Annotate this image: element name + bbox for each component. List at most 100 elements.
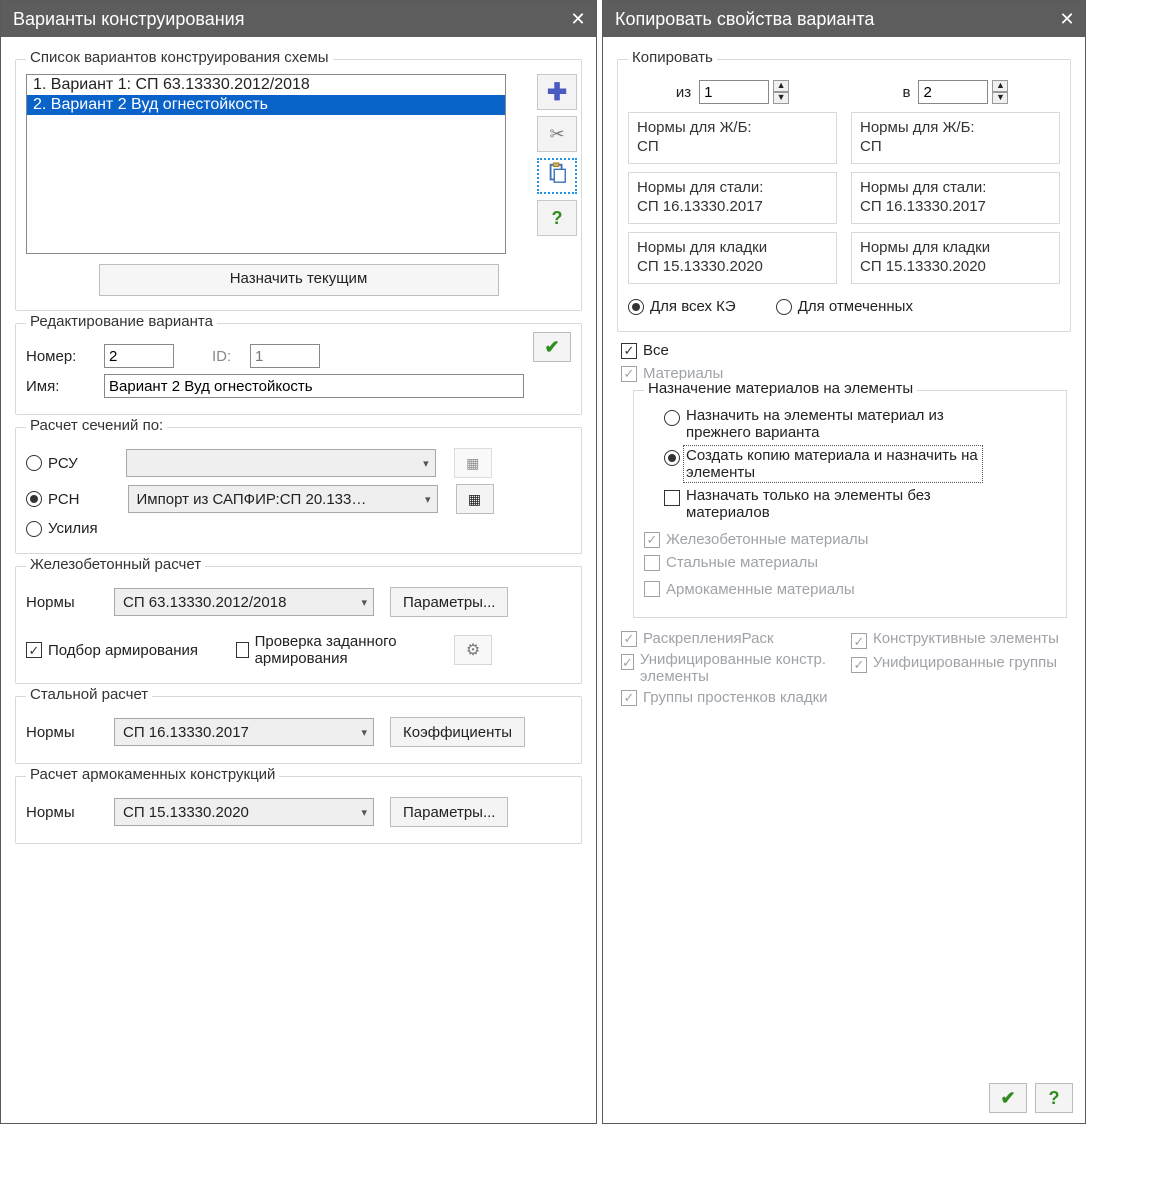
all-check[interactable]: Все	[621, 342, 669, 359]
to-spinner[interactable]: ▲▼	[918, 80, 1008, 104]
edit-variant-group: Редактирование варианта ✔ Номер: ID: Имя…	[15, 323, 582, 415]
variant-list-group-title: Список вариантов конструирования схемы	[26, 49, 333, 66]
steel-norms-combo[interactable]: СП 16.13330.2017▾	[114, 718, 374, 746]
scissors-icon: ✂	[549, 124, 564, 145]
spin-up-icon[interactable]: ▲	[773, 80, 789, 92]
help-button[interactable]: ?	[1035, 1083, 1073, 1113]
rsu-table-button: ▦	[454, 448, 492, 478]
radio-create-copy[interactable]: Создать копию материала и назначить на э…	[664, 447, 980, 481]
steel-materials-check: Стальные материалы	[644, 554, 818, 571]
materials-assign-title: Назначение материалов на элементы	[644, 380, 917, 397]
rc-params-button[interactable]: Параметры...	[390, 587, 508, 617]
paste-icon	[546, 162, 568, 190]
steel-group: Стальной расчет Нормы СП 16.13330.2017▾ …	[15, 696, 582, 764]
calc-sections-title: Расчет сечений по:	[26, 417, 167, 434]
calc-sections-group: Расчет сечений по: РСУ ▾ ▦ РСН Импорт из…	[15, 427, 582, 554]
masonry-norms-label: Нормы	[26, 804, 106, 821]
copy-group-title: Копировать	[628, 49, 717, 66]
materials-assign-group: Назначение материалов на элементы Назнач…	[633, 390, 1067, 618]
spin-down-icon[interactable]: ▼	[992, 92, 1008, 104]
check-icon: ✔	[1000, 1088, 1015, 1109]
radio-rsn[interactable]: РСН	[26, 491, 80, 508]
from-steel-norms: Нормы для стали: СП 16.13330.2017	[628, 172, 837, 224]
check-reinforcement-check[interactable]: Проверка заданного армирования	[236, 633, 436, 667]
constr-elements-check: Конструктивные элементы	[851, 630, 1059, 649]
radio-rsu[interactable]: РСУ	[26, 455, 78, 472]
masonry-materials-check: Армокаменные материалы	[644, 581, 855, 598]
copy-group: Копировать из ▲▼ Нормы для Ж/Б: СП	[617, 59, 1071, 332]
from-input[interactable]	[699, 80, 769, 104]
id-input	[250, 344, 320, 368]
variants-title: Варианты конструирования	[13, 9, 568, 30]
rc-materials-check: Железобетонные материалы	[644, 531, 868, 548]
number-label: Номер:	[26, 348, 96, 365]
apply-edit-button[interactable]: ✔	[533, 332, 571, 362]
close-icon[interactable]: ✕	[568, 9, 588, 29]
spin-up-icon[interactable]: ▲	[992, 80, 1008, 92]
steel-title: Стальной расчет	[26, 686, 152, 703]
name-input[interactable]	[104, 374, 524, 398]
list-item[interactable]: 1. Вариант 1: СП 63.13330.2012/2018	[27, 75, 505, 95]
paste-button[interactable]	[537, 158, 577, 194]
add-button[interactable]: ✚	[537, 74, 577, 110]
variant-list-group: Список вариантов конструирования схемы 1…	[15, 59, 582, 311]
to-label: в	[903, 84, 911, 101]
assign-current-button[interactable]: Назначить текущим	[99, 264, 499, 296]
variants-titlebar: Варианты конструирования ✕	[1, 1, 596, 37]
to-input[interactable]	[918, 80, 988, 104]
steel-coef-button[interactable]: Коэффициенты	[390, 717, 525, 747]
close-icon[interactable]: ✕	[1057, 9, 1077, 29]
radio-forces[interactable]: Усилия	[26, 520, 98, 537]
to-rc-norms: Нормы для Ж/Б: СП	[851, 112, 1060, 164]
id-label: ID:	[212, 348, 242, 365]
plus-icon: ✚	[547, 78, 567, 107]
help-button[interactable]: ?	[537, 200, 577, 236]
edit-variant-title: Редактирование варианта	[26, 313, 217, 330]
masonry-title: Расчет армокаменных конструкций	[26, 766, 279, 783]
rsn-table-button[interactable]: ▦	[456, 484, 494, 514]
variants-dialog: Варианты конструирования ✕ Список вариан…	[0, 0, 597, 1124]
radio-assign-prev[interactable]: Назначить на элементы материал из прежне…	[664, 407, 986, 441]
unified-groups-check: Унифицированные группы	[851, 654, 1057, 673]
wall-groups-check: Группы простенков кладки	[621, 689, 828, 706]
masonry-norms-combo[interactable]: СП 15.13330.2020▾	[114, 798, 374, 826]
masonry-params-button[interactable]: Параметры...	[390, 797, 508, 827]
from-masonry-norms: Нормы для кладки СП 15.13330.2020	[628, 232, 837, 284]
radio-marked[interactable]: Для отмеченных	[776, 298, 913, 315]
rsn-combo[interactable]: Импорт из САПФИР:СП 20.133…▾	[128, 485, 438, 513]
rc-norms-label: Нормы	[26, 594, 106, 611]
rsu-combo: ▾	[126, 449, 436, 477]
cut-button[interactable]: ✂	[537, 116, 577, 152]
rc-title: Железобетонный расчет	[26, 556, 205, 573]
rc-group: Железобетонный расчет Нормы СП 63.13330.…	[15, 566, 582, 684]
list-toolbar: ✚ ✂ ?	[537, 74, 577, 236]
rc-norms-combo[interactable]: СП 63.13330.2012/2018▾	[114, 588, 374, 616]
reinf-settings-button[interactable]: ⚙	[454, 635, 492, 665]
to-masonry-norms: Нормы для кладки СП 15.13330.2020	[851, 232, 1060, 284]
ok-button[interactable]: ✔	[989, 1083, 1027, 1113]
radio-all-fe[interactable]: Для всех КЭ	[628, 298, 736, 315]
gear-icon: ⚙	[466, 640, 480, 660]
copy-props-title: Копировать свойства варианта	[615, 9, 1057, 30]
from-rc-norms: Нормы для Ж/Б: СП	[628, 112, 837, 164]
copy-props-dialog: Копировать свойства варианта ✕ Копироват…	[602, 0, 1086, 1124]
bracing-check: РаскрепленияРаск	[621, 630, 774, 647]
copy-props-titlebar: Копировать свойства варианта ✕	[603, 1, 1085, 37]
help-icon: ?	[1049, 1088, 1060, 1109]
from-spinner[interactable]: ▲▼	[699, 80, 789, 104]
pick-reinforcement-check[interactable]: Подбор армирования	[26, 642, 198, 659]
steel-norms-label: Нормы	[26, 724, 106, 741]
variant-listbox[interactable]: 1. Вариант 1: СП 63.13330.2012/2018 2. В…	[26, 74, 506, 254]
number-input[interactable]	[104, 344, 174, 368]
spin-down-icon[interactable]: ▼	[773, 92, 789, 104]
masonry-group: Расчет армокаменных конструкций Нормы СП…	[15, 776, 582, 844]
list-item[interactable]: 2. Вариант 2 Вуд огнестойкость	[27, 95, 505, 115]
unified-constr-check: Унифицированные констр. элементы	[621, 651, 837, 685]
from-label: из	[676, 84, 691, 101]
to-steel-norms: Нормы для стали: СП 16.13330.2017	[851, 172, 1060, 224]
table-icon: ▦	[466, 455, 479, 472]
help-icon: ?	[552, 208, 563, 229]
check-icon: ✔	[544, 337, 559, 358]
table-icon: ▦	[468, 491, 481, 508]
only-empty-check[interactable]: Назначать только на элементы без материа…	[664, 487, 986, 521]
